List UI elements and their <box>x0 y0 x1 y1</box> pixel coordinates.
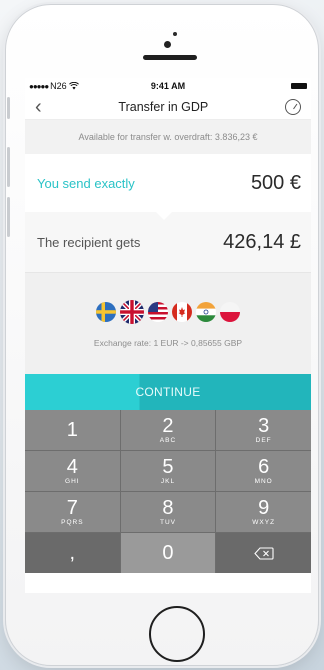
front-camera <box>164 41 171 48</box>
mute-switch <box>7 97 10 119</box>
volume-up-button <box>7 147 10 187</box>
key-0[interactable]: 0 <box>120 533 216 573</box>
battery-icon <box>291 83 307 89</box>
exchange-rate: Exchange rate: 1 EUR -> 0,85655 GBP <box>93 337 243 348</box>
key-comma[interactable]: , <box>25 533 120 573</box>
send-amount-input[interactable]: 500 € <box>251 172 301 195</box>
page-title: Transfer in GDP <box>118 99 209 114</box>
nav-bar: ‹ Transfer in GDP <box>25 94 311 120</box>
canada-flag-icon[interactable] <box>172 301 192 322</box>
receive-amount-row[interactable]: The recipient gets 426,14 £ <box>25 211 311 272</box>
poland-flag-icon[interactable] <box>220 301 240 322</box>
sweden-flag-icon[interactable] <box>96 301 116 322</box>
wifi-icon <box>68 82 79 90</box>
usa-flag-icon[interactable] <box>148 301 168 322</box>
send-label: You send exactly <box>37 175 135 191</box>
receive-amount: 426,14 £ <box>223 230 301 253</box>
key-9[interactable]: 9 WXYZ <box>216 492 311 532</box>
uk-flag-icon[interactable] <box>120 299 144 324</box>
receive-label: The recipient gets <box>37 234 141 250</box>
send-amount-row[interactable]: You send exactly 500 € <box>25 154 311 212</box>
volume-down-button <box>7 197 10 237</box>
key-6[interactable]: 6 MNO <box>216 451 311 491</box>
proximity-sensor <box>173 32 177 36</box>
back-chevron-icon[interactable]: ‹ <box>35 97 42 117</box>
key-5[interactable]: 5 JKL <box>120 451 216 491</box>
key-8[interactable]: 8 TUV <box>120 492 216 532</box>
status-bar: ●●●●● N26 9:41 AM <box>25 78 311 94</box>
home-button[interactable] <box>149 606 205 662</box>
key-2[interactable]: 2 ABC <box>120 410 216 450</box>
key-1[interactable]: 1 <box>25 410 120 450</box>
flag-list <box>96 299 240 324</box>
key-4[interactable]: 4 GHI <box>25 451 120 491</box>
backspace-icon <box>253 546 274 560</box>
numeric-keypad: 1 2 ABC 3 DEF 4 GHI 5 JKL 6 MNO 7 PQRS 8 TUV 9W… <box>25 410 311 573</box>
continue-button[interactable]: CONTINUE <box>25 374 311 410</box>
pointer-notch <box>155 211 173 220</box>
backspace-key[interactable] <box>216 533 311 573</box>
speedometer-icon[interactable] <box>284 98 301 115</box>
currency-selector: Exchange rate: 1 EUR -> 0,85655 GBP <box>25 272 311 374</box>
india-flag-icon[interactable] <box>196 301 216 322</box>
earpiece-speaker <box>143 55 197 60</box>
key-3[interactable]: 3 DEF <box>216 410 311 450</box>
app-screen: ●●●●● N26 9:41 AM ‹ Transfer in GDP Avai… <box>25 78 311 593</box>
key-7[interactable]: 7 PQRS <box>25 492 120 532</box>
carrier-name: N26 <box>50 81 67 91</box>
signal-dots-icon: ●●●●● <box>29 81 49 91</box>
available-balance: Available for transfer w. overdraft: 3.8… <box>25 120 311 154</box>
